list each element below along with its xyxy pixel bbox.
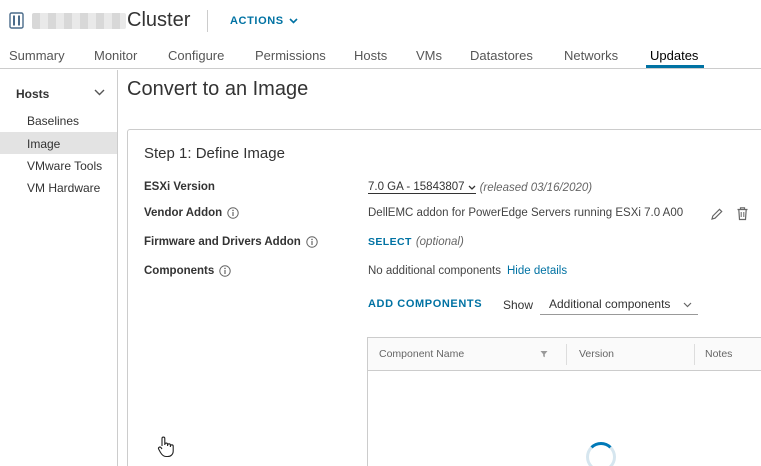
vendor-addon-value: DellEMC addon for PowerEdge Servers runn… — [368, 207, 684, 219]
actions-menu-button[interactable]: ACTIONS — [230, 15, 298, 27]
step-title: Step 1: Define Image — [144, 145, 285, 162]
column-version[interactable]: Version — [579, 348, 614, 360]
redacted-cluster-name — [32, 13, 126, 29]
esxi-version-value: 7.0 GA - 15843807 — [368, 181, 465, 193]
sidebar-item-vmware-tools[interactable]: VMware Tools — [27, 159, 102, 173]
components-row: No additional components Hide details — [368, 265, 567, 277]
page-title: Convert to an Image — [127, 78, 309, 100]
tab-datastores[interactable]: Datastores — [470, 48, 533, 63]
chevron-down-icon[interactable] — [94, 89, 105, 96]
edit-icon[interactable] — [710, 207, 724, 221]
loading-spinner — [586, 442, 616, 466]
header-divider — [207, 10, 208, 32]
firmware-addon-label: Firmware and Drivers Addon — [144, 236, 318, 248]
active-tab-indicator — [646, 65, 704, 68]
components-label-text: Components — [144, 265, 215, 277]
firmware-addon-label-text: Firmware and Drivers Addon — [144, 236, 301, 248]
components-value: No additional components — [368, 265, 501, 277]
tab-networks[interactable]: Networks — [564, 48, 618, 63]
firmware-select-link[interactable]: SELECT — [368, 236, 412, 248]
show-filter-select[interactable]: Additional components — [540, 294, 698, 315]
updates-sidebar: Hosts Baselines Image VMware Tools VM Ha… — [0, 70, 118, 466]
tab-bar: Summary Monitor Configure Permissions Ho… — [0, 42, 761, 69]
grid-header: Component Name Version Notes — [368, 338, 761, 371]
trash-icon[interactable] — [736, 206, 749, 221]
chevron-down-icon — [289, 18, 298, 24]
esxi-version-label-text: ESXi Version — [144, 181, 215, 193]
tab-permissions[interactable]: Permissions — [255, 48, 326, 63]
filter-icon[interactable] — [540, 350, 548, 358]
hand-cursor-icon — [157, 436, 174, 458]
column-component-name[interactable]: Component Name — [379, 348, 464, 360]
object-header: Cluster ACTIONS — [0, 0, 761, 42]
info-icon[interactable] — [227, 207, 239, 219]
info-icon[interactable] — [306, 236, 318, 248]
esxi-version-dropdown[interactable]: 7.0 GA - 15843807 — [368, 181, 476, 194]
show-filter-value: Additional components — [549, 297, 671, 311]
tab-configure[interactable]: Configure — [168, 48, 224, 63]
components-grid: Component Name Version Notes — [367, 337, 761, 466]
vendor-addon-label-text: Vendor Addon — [144, 207, 223, 219]
firmware-addon-row: SELECT (optional) — [368, 236, 464, 248]
tab-vms[interactable]: VMs — [416, 48, 442, 63]
sidebar-item-baselines[interactable]: Baselines — [27, 114, 79, 128]
info-icon[interactable] — [219, 265, 231, 277]
column-notes[interactable]: Notes — [705, 348, 732, 360]
tab-updates[interactable]: Updates — [650, 48, 698, 63]
tab-hosts[interactable]: Hosts — [354, 48, 387, 63]
actions-label: ACTIONS — [230, 15, 284, 27]
column-separator — [566, 344, 567, 365]
tab-monitor[interactable]: Monitor — [94, 48, 137, 63]
hide-details-link[interactable]: Hide details — [507, 265, 567, 277]
components-label: Components — [144, 265, 231, 277]
add-components-button[interactable]: ADD COMPONENTS — [368, 298, 482, 310]
vendor-addon-label: Vendor Addon — [144, 207, 239, 219]
sidebar-item-vm-hardware[interactable]: VM Hardware — [27, 181, 100, 195]
cluster-icon — [9, 12, 24, 29]
show-label: Show — [503, 298, 534, 312]
sidebar-section-hosts[interactable]: Hosts — [16, 87, 49, 101]
esxi-version-label: ESXi Version — [144, 181, 215, 193]
chevron-down-icon — [468, 185, 476, 190]
tab-summary[interactable]: Summary — [9, 48, 65, 63]
esxi-release-date: (released 03/16/2020) — [479, 181, 593, 194]
column-separator — [694, 344, 695, 365]
cluster-title: Cluster — [127, 9, 191, 31]
sidebar-item-image[interactable]: Image — [27, 137, 60, 151]
firmware-optional-note: (optional) — [415, 236, 464, 248]
chevron-down-icon — [683, 302, 692, 308]
esxi-version-row: 7.0 GA - 15843807 (released 03/16/2020) — [368, 181, 592, 194]
